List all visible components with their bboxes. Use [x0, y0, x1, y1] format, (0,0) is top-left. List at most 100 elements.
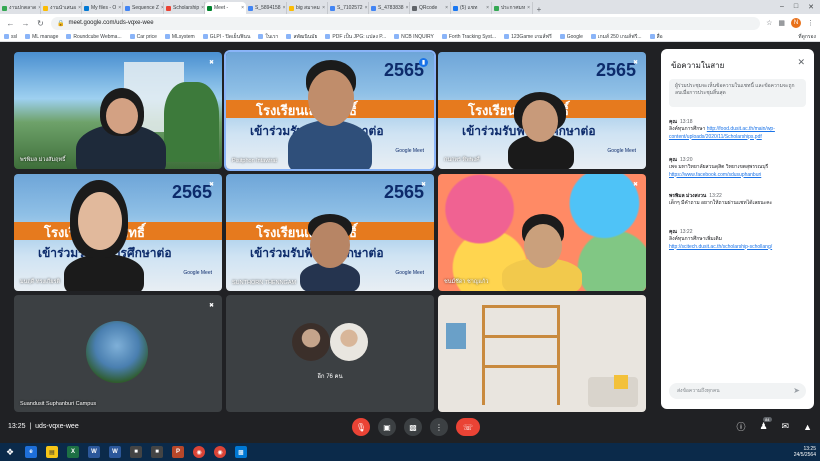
bookmark-item[interactable]: Google: [559, 34, 583, 40]
bookmark-item[interactable]: MLsystem: [164, 34, 195, 40]
forward-icon[interactable]: →: [21, 19, 30, 28]
chat-link[interactable]: https://www.facebook.com/sdusuphanburi: [669, 172, 761, 178]
chat-icon[interactable]: ✉: [782, 421, 790, 432]
mic-off-icon[interactable]: 🎙: [352, 418, 370, 436]
bookmark-label: สื่อ: [656, 33, 663, 40]
tab-close-icon[interactable]: ×: [283, 5, 286, 11]
other-avatar: [292, 323, 330, 361]
close-window-icon[interactable]: ✕: [808, 3, 814, 11]
extensions-icon[interactable]: ▦: [778, 19, 785, 27]
tab-close-icon[interactable]: ×: [201, 5, 204, 11]
menu-icon[interactable]: ⋮: [807, 19, 814, 27]
back-icon[interactable]: ←: [6, 19, 15, 28]
other-bookmarks[interactable]: ที่ดูกรอง: [798, 33, 816, 41]
video-tile[interactable]: [438, 295, 646, 412]
maximize-icon[interactable]: □: [794, 3, 798, 11]
tab-close-icon[interactable]: ×: [527, 5, 530, 11]
present-icon[interactable]: ▩: [404, 418, 422, 436]
tab-close-icon[interactable]: ×: [486, 5, 489, 11]
tab-close-icon[interactable]: ×: [241, 5, 244, 11]
bookmark-item[interactable]: Car price: [129, 34, 157, 40]
meeting-info: 13:25 | uds-vqxe-wee: [8, 423, 79, 430]
word-icon[interactable]: W: [109, 446, 121, 458]
app-icon[interactable]: ■: [151, 446, 163, 458]
browser-tab[interactable]: S_4783838 ×: [369, 2, 410, 14]
browser-tab[interactable]: Meet - ×: [205, 2, 246, 14]
tab-close-icon[interactable]: ×: [78, 5, 81, 11]
tab-label: ประกาศมห: [501, 5, 526, 11]
browser-tab[interactable]: Sequence Z ×: [123, 2, 164, 14]
app-icon[interactable]: ▩: [235, 446, 247, 458]
participant-body: [288, 120, 372, 169]
browser-tab[interactable]: ประกาศมห ×: [492, 2, 533, 14]
tab-close-icon[interactable]: ×: [118, 5, 121, 11]
browser-tab[interactable]: QRcode ×: [410, 2, 451, 14]
tab-close-icon[interactable]: ×: [445, 5, 448, 11]
bookmark-item[interactable]: ML manage: [25, 34, 58, 40]
bookmark-item[interactable]: Roundcube Webma...: [66, 34, 122, 40]
browser-tab[interactable]: S_7102572 ×: [328, 2, 369, 14]
excel-icon[interactable]: X: [67, 446, 79, 458]
video-tile[interactable]: 2565 โรงเรียนเสมาสิทธิ์ เข้าร่วมรับฟังกา…: [438, 52, 646, 169]
bookmark-item[interactable]: ssl: [4, 34, 17, 40]
activities-icon[interactable]: ▲: [803, 422, 812, 432]
participant-face: [310, 222, 350, 268]
bookmark-item[interactable]: Forth Tracking Syst...: [441, 34, 496, 40]
bookmark-item[interactable]: สพัฒนินมัย: [286, 33, 317, 41]
camera-icon[interactable]: ▣: [378, 418, 396, 436]
bookmark-item[interactable]: GLPI - ปิดเย็นฟินน: [202, 33, 250, 41]
video-tile[interactable]: 2565 โรงเรียนเสมาสิทธิ์ เข้าร่วมรับฟังกา…: [14, 174, 222, 291]
send-icon[interactable]: ➤: [793, 386, 800, 395]
browser-tab[interactable]: Scholarship ×: [164, 2, 205, 14]
participant-name: พรพิมล ม่วงสัมฤทธิ์: [20, 157, 66, 163]
system-clock[interactable]: 13:25 24/5/2564: [794, 446, 816, 458]
video-tile[interactable]: 2565 โรงเรียนเสมาสิทธิ์ เข้าร่วมรับฟังกา…: [226, 174, 434, 291]
tab-favicon-icon: [494, 5, 499, 11]
bookmark-item[interactable]: NCB INQUIRY: [394, 34, 434, 40]
close-icon[interactable]: ✕: [797, 57, 805, 68]
more-icon[interactable]: ⋮: [430, 418, 448, 436]
bookmark-item[interactable]: สื่อ: [649, 33, 663, 41]
chat-link[interactable]: http://scitech.dusit.ac.th/scholarship-s…: [669, 244, 772, 250]
app-icon[interactable]: ■: [130, 446, 142, 458]
tab-close-icon[interactable]: ×: [406, 5, 409, 11]
powerpoint-icon[interactable]: P: [172, 446, 184, 458]
bookmark-item[interactable]: 123Game เกมส์ฟรี: [504, 33, 552, 41]
chrome-icon[interactable]: ◉: [214, 446, 226, 458]
video-tile-others[interactable]: อีก 76 คน: [226, 295, 434, 412]
tab-label: S_4783838: [378, 5, 404, 11]
video-tile-active-speaker[interactable]: 2565 โรงเรียนเสมาสิทธิ์ เข้าร่วมรับฟังกา…: [224, 50, 436, 171]
bookmark-icon: [4, 34, 9, 39]
browser-tab[interactable]: S_5894158 ×: [246, 2, 287, 14]
browser-tab[interactable]: (5) แชท ×: [451, 2, 492, 14]
people-icon[interactable]: ♟ 84: [759, 417, 772, 432]
url-field[interactable]: 🔒 meet.google.com/uds-vqxe-wee: [51, 16, 761, 30]
windows-start-icon[interactable]: ❖: [4, 446, 16, 458]
chat-message: คุณ 13:20 เพจ มหาวิทยาลัยสวนดุสิต วิทยาเข…: [669, 157, 806, 179]
chat-input[interactable]: ส่งข้อความถึงทุกคน ➤: [669, 383, 806, 399]
chrome-icon[interactable]: ◉: [193, 446, 205, 458]
new-tab-icon[interactable]: +: [533, 5, 545, 14]
info-icon[interactable]: ⓘ: [736, 420, 745, 433]
ie-icon[interactable]: e: [25, 446, 37, 458]
bookmark-icon: [202, 34, 208, 39]
browser-tab[interactable]: big สมาคม ×: [287, 2, 328, 14]
bookmark-item[interactable]: PDF เป็น JPG: แปลง P...: [325, 33, 386, 41]
video-tile[interactable]: ✖ Suandusit Suphanburi Campus: [14, 295, 222, 412]
reload-icon[interactable]: ↻: [36, 19, 45, 28]
end-call-icon[interactable]: ☏: [456, 418, 480, 436]
browser-tab[interactable]: งานปกตลาด ×: [0, 2, 41, 14]
tab-close-icon[interactable]: ×: [322, 5, 325, 11]
explorer-icon[interactable]: ▤: [46, 446, 58, 458]
word-icon[interactable]: W: [88, 446, 100, 458]
video-tile[interactable]: ✖ พรพิมล ม่วงสัมฤทธิ์: [14, 52, 222, 169]
profile-avatar[interactable]: N: [791, 18, 801, 28]
bookmark-item[interactable]: เกมส์ 250 เกมส์ฟรี...: [590, 33, 642, 41]
browser-tab[interactable]: My files - O ×: [82, 2, 123, 14]
bookmark-item[interactable]: ในเรา: [258, 33, 278, 41]
video-tile[interactable]: ✖ ชนม์ชีดา ชาญแก้ว: [438, 174, 646, 291]
tab-close-icon[interactable]: ×: [365, 5, 368, 11]
star-icon[interactable]: ☆: [766, 19, 772, 27]
browser-tab[interactable]: งานนำเสนอ ×: [41, 2, 82, 14]
minimize-icon[interactable]: –: [780, 3, 784, 11]
